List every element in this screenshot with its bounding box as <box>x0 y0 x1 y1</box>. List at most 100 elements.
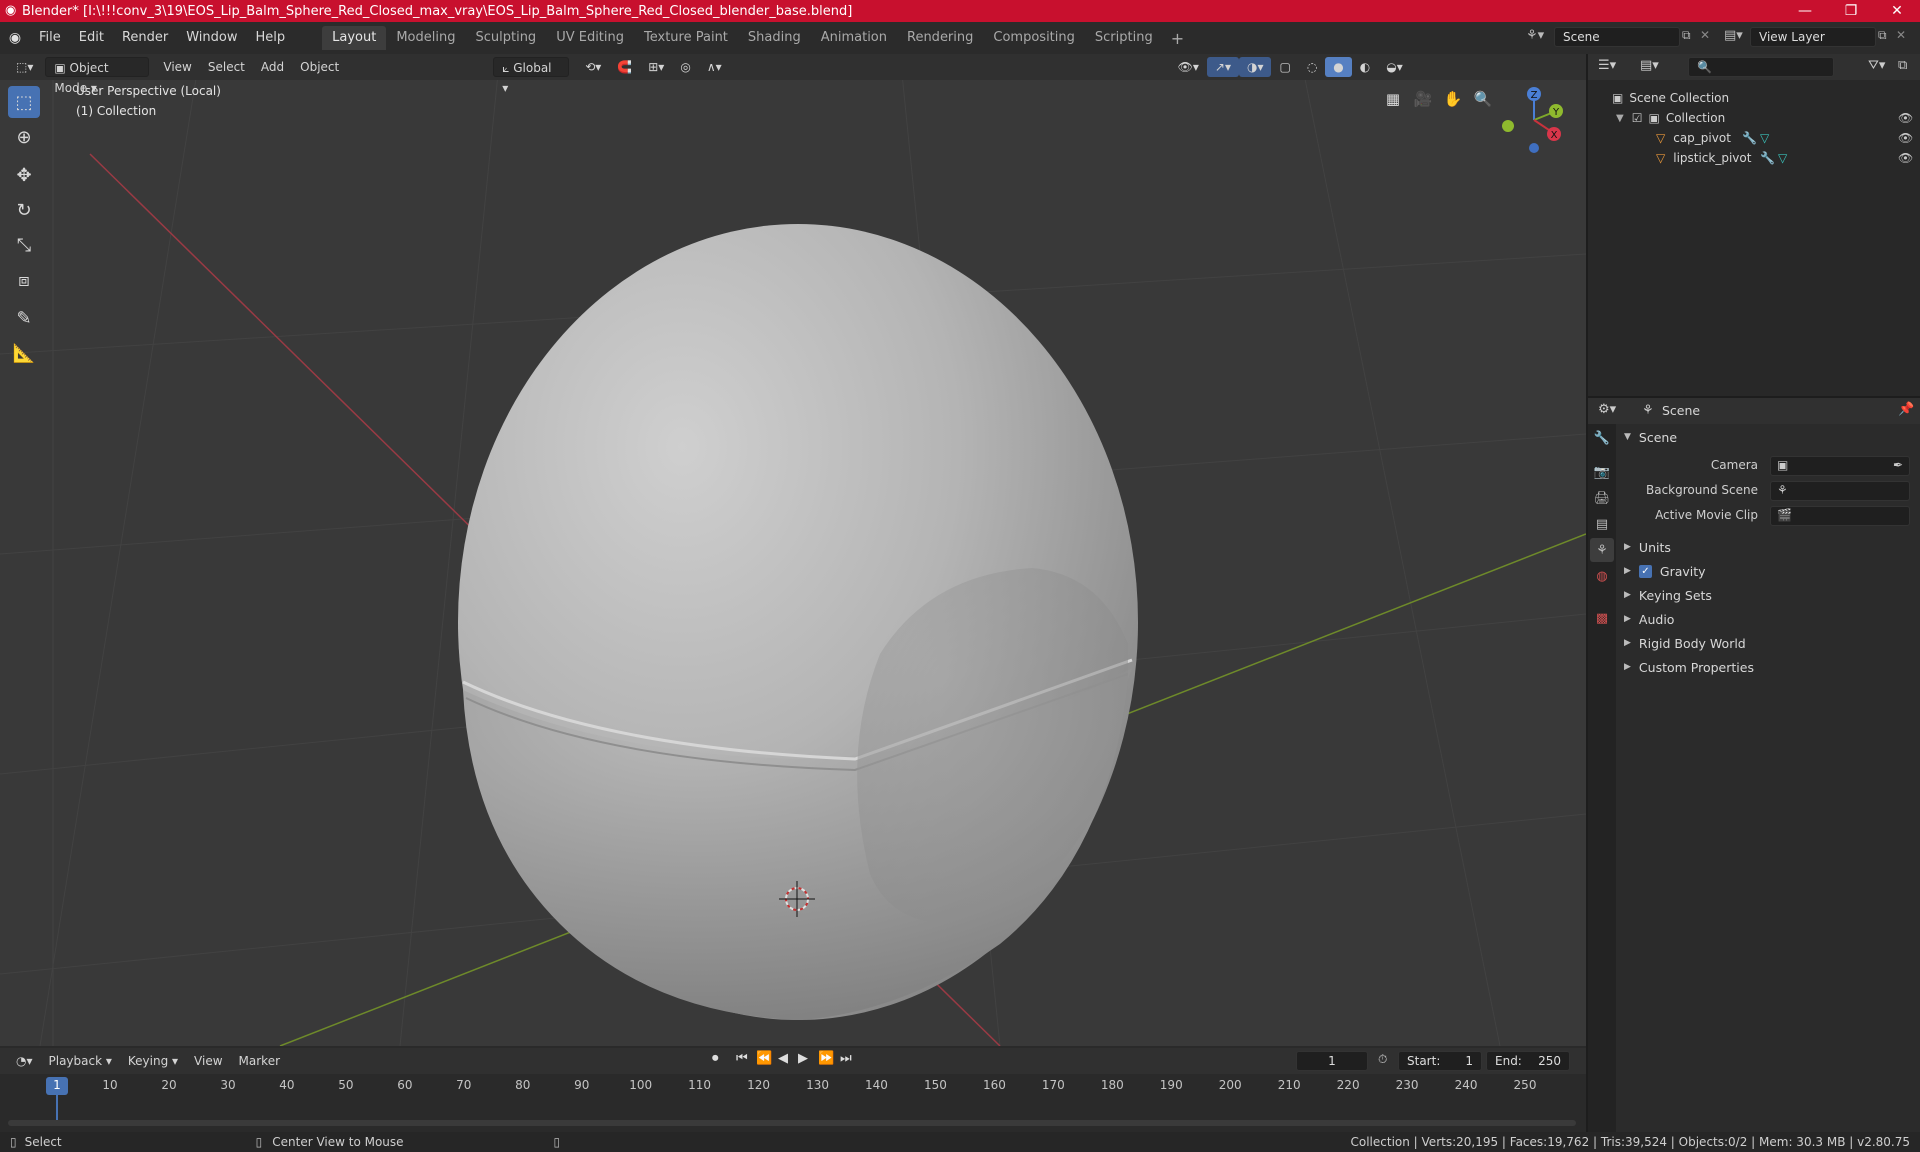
overlay-toggle-icon[interactable]: ◑▾ <box>1238 57 1272 77</box>
outliner-row-collection[interactable]: ▼ ☑ ▣ Collection 👁 <box>1588 108 1920 128</box>
viewport-menu-add[interactable]: Add <box>253 57 292 77</box>
play-icon[interactable]: ▶ <box>798 1051 808 1066</box>
delete-scene-icon[interactable]: ✕ <box>1700 28 1710 42</box>
new-view-layer-icon[interactable]: ⧉ <box>1878 28 1887 43</box>
snap-icon[interactable]: 🧲 <box>609 57 640 77</box>
pin-icon[interactable]: 📌 <box>1898 402 1914 417</box>
viewport-menu-object[interactable]: Object <box>292 57 347 77</box>
keying-sets-panel-header[interactable]: ▶ Keying Sets <box>1620 584 1920 606</box>
timeline-scrollbar[interactable] <box>8 1120 1576 1126</box>
gravity-checkbox[interactable]: ✓ <box>1638 564 1652 578</box>
outliner-row-cap-pivot[interactable]: ▽ cap_pivot 🔧 ▽ 👁 <box>1588 128 1920 148</box>
scene-selector-icon[interactable]: ⚘▾ <box>1526 28 1544 43</box>
view-layer-icon[interactable]: ▤▾ <box>1724 28 1743 43</box>
filter-icon[interactable]: ⛛▾ <box>1868 58 1885 73</box>
custom-properties-panel-header[interactable]: ▶ Custom Properties <box>1620 656 1920 678</box>
rigid-body-world-panel-header[interactable]: ▶ Rigid Body World <box>1620 632 1920 654</box>
rotate-tool[interactable]: ↻ <box>8 194 40 226</box>
add-workspace-icon[interactable]: + <box>1163 29 1192 48</box>
toggle-ortho-icon[interactable]: ▦ <box>1380 86 1406 112</box>
play-reverse-icon[interactable]: ◀ <box>778 1051 788 1066</box>
output-tab-icon[interactable]: 🖨 <box>1590 486 1614 510</box>
tab-rendering[interactable]: Rendering <box>897 26 983 50</box>
outliner-search-input[interactable]: 🔍 <box>1688 57 1834 77</box>
display-mode-icon[interactable]: ▤▾ <box>1640 58 1659 73</box>
jump-start-icon[interactable]: ⏮ <box>736 1051 748 1066</box>
select-box-tool[interactable]: ⬚ <box>8 86 40 118</box>
active-movie-clip-field[interactable]: 🎬 <box>1770 506 1910 526</box>
timeline-menu-marker[interactable]: Marker <box>231 1051 288 1071</box>
menu-file[interactable]: File <box>30 26 70 50</box>
outliner-row-lipstick-pivot[interactable]: ▽ lipstick_pivot 🔧 ▽ 👁 <box>1588 148 1920 168</box>
maximize-button[interactable]: ❐ <box>1828 0 1874 22</box>
tab-texture-paint[interactable]: Texture Paint <box>634 26 738 50</box>
outliner-row-scene-collection[interactable]: ▣ Scene Collection <box>1588 88 1920 108</box>
tab-modeling[interactable]: Modeling <box>386 26 465 50</box>
navigation-gizmo[interactable]: Z Y X <box>1490 82 1570 162</box>
audio-panel-header[interactable]: ▶ Audio <box>1620 608 1920 630</box>
jump-next-keyframe-icon[interactable]: ⏩ <box>818 1051 834 1066</box>
world-tab-icon[interactable]: ◍ <box>1590 564 1614 588</box>
mesh-data-icon[interactable]: ▽ <box>1778 151 1787 165</box>
properties-editor-type-icon[interactable]: ⚙▾ <box>1598 402 1616 417</box>
annotate-tool[interactable]: ✎ <box>8 302 40 334</box>
eye-icon[interactable]: 👁 <box>1898 151 1913 165</box>
pan-hand-icon[interactable]: ✋ <box>1440 86 1466 112</box>
viewport-menu-view[interactable]: View <box>155 57 199 77</box>
view-layer-tab-icon[interactable]: ▤ <box>1590 512 1614 536</box>
view-layer-field[interactable]: View Layer <box>1750 27 1876 47</box>
move-tool[interactable]: ✥ <box>8 159 40 191</box>
mode-dropdown[interactable]: ▣ Object Mode ▾ <box>45 57 150 95</box>
measure-tool[interactable]: 📐 <box>8 337 40 369</box>
stopwatch-icon[interactable]: ⏱ <box>1378 1052 1387 1067</box>
texture-tab-icon[interactable]: ▩ <box>1590 606 1614 630</box>
collapse-arrow-icon[interactable]: ▼ <box>1616 113 1624 124</box>
eye-icon[interactable]: 👁 <box>1898 111 1913 125</box>
lip-balm-sphere-object[interactable] <box>458 224 1138 1020</box>
close-button[interactable]: ✕ <box>1874 0 1920 22</box>
timeline-menu-view[interactable]: View <box>186 1051 230 1071</box>
outliner-editor-type-icon[interactable]: ☰▾ <box>1598 58 1616 73</box>
render-tab-icon[interactable]: 📷 <box>1590 460 1614 484</box>
scale-tool[interactable]: ⤡ <box>8 229 40 261</box>
end-frame-field[interactable]: End: 250 <box>1486 1051 1570 1071</box>
jump-prev-keyframe-icon[interactable]: ⏪ <box>756 1051 772 1066</box>
gizmo-toggle-icon[interactable]: ↗▾ <box>1206 57 1239 77</box>
snap-target-icon[interactable]: ⊞▾ <box>640 57 672 77</box>
falloff-icon[interactable]: ∧▾ <box>699 57 730 77</box>
material-shading-icon[interactable]: ◐ <box>1352 57 1378 77</box>
eye-icon[interactable]: 👁 <box>1898 131 1913 145</box>
tool-tab-icon[interactable]: 🔧 <box>1590 426 1614 450</box>
tab-compositing[interactable]: Compositing <box>983 26 1085 50</box>
cursor-tool[interactable]: ⊕ <box>8 121 40 153</box>
modifier-wrench-icon[interactable]: 🔧 <box>1742 131 1757 145</box>
tab-layout[interactable]: Layout <box>322 26 387 50</box>
timeline-menu-keying[interactable]: Keying ▾ <box>120 1051 186 1071</box>
new-collection-icon[interactable]: ⧉ <box>1898 58 1907 73</box>
wireframe-shading-icon[interactable]: ◌ <box>1299 57 1325 77</box>
pivot-point-icon[interactable]: ⟲▾ <box>577 57 609 77</box>
eyedropper-icon[interactable]: ✒ <box>1893 458 1903 472</box>
scene-tab-icon[interactable]: ⚘ <box>1590 538 1614 562</box>
menu-render[interactable]: Render <box>113 26 177 50</box>
menu-help[interactable]: Help <box>247 26 295 50</box>
tab-shading[interactable]: Shading <box>738 26 811 50</box>
jump-end-icon[interactable]: ⏭ <box>840 1051 852 1066</box>
transform-tool[interactable]: ⧈ <box>8 264 40 296</box>
3d-viewport[interactable]: ⬚ ⊕ ✥ ↻ ⤡ ⧈ ✎ 📐 User Perspective (Local)… <box>0 54 1586 1046</box>
mesh-data-icon[interactable]: ▽ <box>1760 131 1769 145</box>
blender-menu-icon[interactable]: ◉ <box>0 30 30 46</box>
camera-view-icon[interactable]: 🎥 <box>1410 86 1436 112</box>
orientation-dropdown[interactable]: ⟀ Global ▾ <box>493 57 570 95</box>
timeline-editor-type-icon[interactable]: ◔▾ <box>8 1051 41 1071</box>
scene-name-field[interactable]: Scene <box>1554 27 1680 47</box>
timeline-menu-playback[interactable]: Playback ▾ <box>41 1051 120 1071</box>
modifier-wrench-icon[interactable]: 🔧 <box>1760 151 1775 165</box>
tab-animation[interactable]: Animation <box>811 26 897 50</box>
menu-edit[interactable]: Edit <box>70 26 113 50</box>
viewport-menu-select[interactable]: Select <box>200 57 253 77</box>
delete-view-layer-icon[interactable]: ✕ <box>1896 28 1906 42</box>
menu-window[interactable]: Window <box>177 26 246 50</box>
editor-type-icon[interactable]: ⬚▾ <box>8 57 41 77</box>
background-scene-field[interactable]: ⚘ <box>1770 481 1910 501</box>
